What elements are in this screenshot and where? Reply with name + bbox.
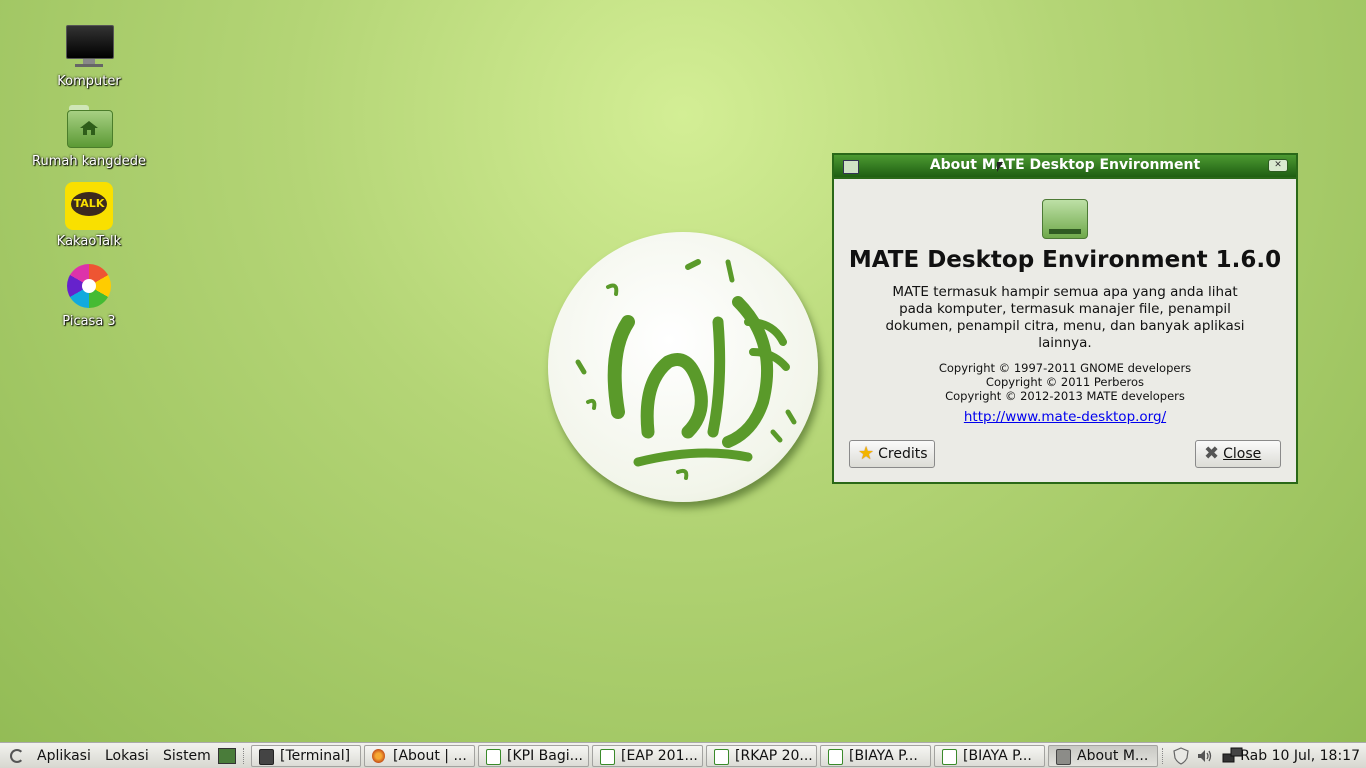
close-button[interactable]: ✖ Close <box>1195 440 1281 468</box>
wallpaper-emblem <box>548 232 818 502</box>
mate-app-icon <box>1042 199 1088 239</box>
close-icon: ✖ <box>1204 443 1220 464</box>
home-folder-icon <box>65 102 113 150</box>
volume-icon[interactable] <box>1196 747 1214 765</box>
desktop-icon-picasa[interactable]: Picasa 3 <box>19 262 159 329</box>
panel-separator <box>243 748 246 764</box>
kakaotalk-icon: TALK <box>65 182 113 230</box>
star-icon: ★ <box>858 443 875 464</box>
copyright-text: Copyright © 1997-2011 GNOME developers C… <box>938 361 1192 403</box>
task-rkap[interactable]: [RKAP 20... <box>706 745 817 767</box>
desktop-icon-label: KakaoTalk <box>56 234 122 249</box>
menu-lokasi[interactable]: Lokasi <box>105 745 149 767</box>
task-label: About M... <box>1077 748 1149 764</box>
window-icon <box>1056 749 1071 765</box>
mate-logo-icon <box>10 749 24 763</box>
bottom-panel: Aplikasi Lokasi Sistem [Terminal] [About… <box>0 742 1366 768</box>
spreadsheet-icon <box>828 749 843 765</box>
task-kpi[interactable]: [KPI Bagi... <box>478 745 589 767</box>
about-dialog: About MATE Desktop Environment ✕ MATE De… <box>832 153 1298 484</box>
menu-aplikasi[interactable]: Aplikasi <box>37 745 91 767</box>
task-firefox[interactable]: [About | ... <box>364 745 475 767</box>
window-close-button[interactable]: ✕ <box>1268 159 1288 172</box>
task-eap[interactable]: [EAP 201... <box>592 745 703 767</box>
firefox-icon <box>372 749 385 763</box>
program-name: MATE Desktop Environment 1.6.0 <box>848 247 1282 273</box>
desktop-icon-label: Rumah kangdede <box>32 154 146 169</box>
mouse-cursor-icon <box>997 162 1003 172</box>
desktop-icon-label: Picasa 3 <box>62 314 116 329</box>
task-label: [About | ... <box>393 748 467 764</box>
spreadsheet-icon <box>714 749 729 765</box>
spreadsheet-icon <box>600 749 615 765</box>
task-label: [BIAYA P... <box>963 748 1032 764</box>
computer-icon <box>65 22 114 70</box>
desktop-icon-home[interactable]: Rumah kangdede <box>19 102 159 169</box>
task-about-mate[interactable]: About M... <box>1048 745 1158 767</box>
show-desktop-button[interactable] <box>218 748 236 764</box>
task-terminal[interactable]: [Terminal] <box>251 745 361 767</box>
dialog-content: MATE Desktop Environment 1.6.0 MATE term… <box>834 177 1296 482</box>
credits-button[interactable]: ★ Credits <box>849 440 935 468</box>
task-biaya-2[interactable]: [BIAYA P... <box>934 745 1045 767</box>
spreadsheet-icon <box>942 749 957 765</box>
desktop-icon-label: Komputer <box>57 74 121 89</box>
spreadsheet-icon <box>486 749 501 765</box>
panel-separator <box>1162 748 1165 764</box>
desktop-icon-komputer[interactable]: Komputer <box>19 22 159 89</box>
task-label: [RKAP 20... <box>735 748 813 764</box>
credits-label: Credits <box>878 446 928 462</box>
dialog-titlebar[interactable]: About MATE Desktop Environment ✕ <box>834 155 1296 177</box>
program-comments: MATE termasuk hampir semua apa yang anda… <box>885 284 1245 351</box>
task-biaya-1[interactable]: [BIAYA P... <box>820 745 931 767</box>
task-label: [Terminal] <box>280 748 351 764</box>
task-label: [EAP 201... <box>621 748 698 764</box>
close-label: Close <box>1223 446 1262 462</box>
menu-sistem[interactable]: Sistem <box>163 745 211 767</box>
desktop-icon-kakaotalk[interactable]: TALK KakaoTalk <box>19 182 159 249</box>
clock[interactable]: Rab 10 Jul, 18:17 <box>1240 745 1360 767</box>
task-label: [KPI Bagi... <box>507 748 583 764</box>
website-link[interactable]: http://www.mate-desktop.org/ <box>834 409 1296 425</box>
shield-icon[interactable] <box>1172 747 1190 765</box>
dialog-title: About MATE Desktop Environment <box>929 157 1201 173</box>
picasa-icon <box>65 262 113 310</box>
calligraphy-icon <box>575 259 797 480</box>
task-label: [BIAYA P... <box>849 748 918 764</box>
terminal-icon <box>259 749 274 765</box>
